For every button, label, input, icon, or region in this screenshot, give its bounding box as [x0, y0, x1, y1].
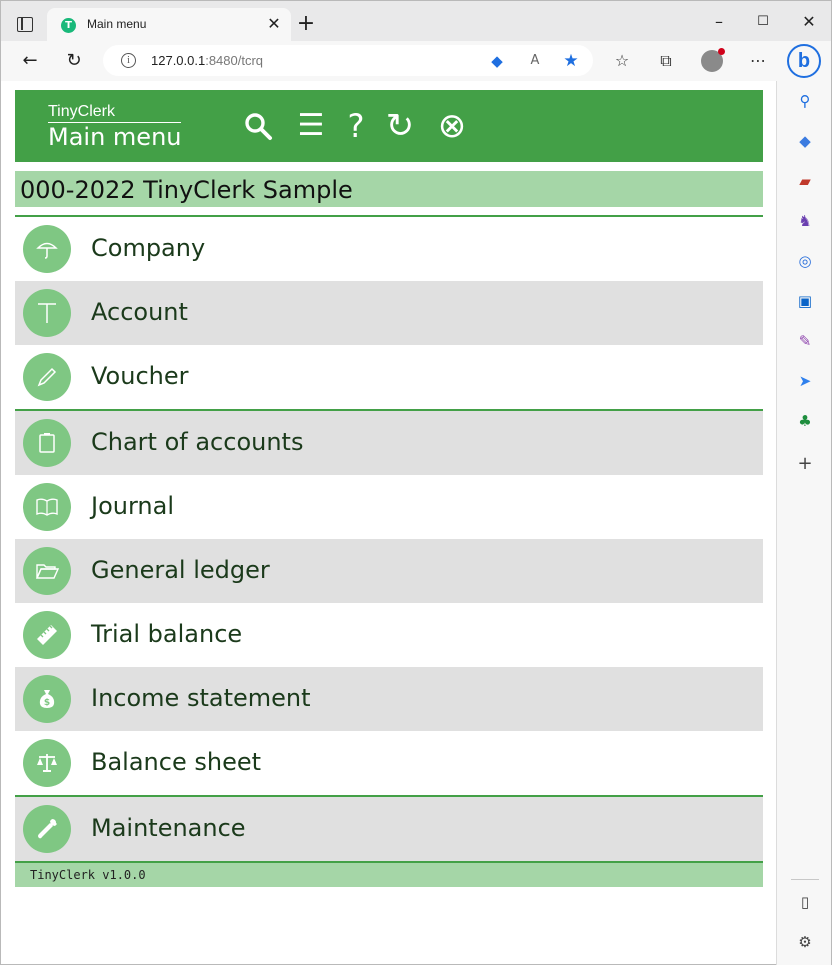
send-icon[interactable]: ➤ — [794, 370, 816, 392]
menu-item-label: Maintenance — [91, 814, 246, 842]
browser-tab-bar: T Main menu ✕ + – ☐ ✕ — [0, 0, 832, 42]
shopping-tag-icon[interactable]: ◆ — [794, 130, 816, 152]
tree-icon[interactable]: ♣ — [794, 410, 816, 432]
menu-item-label: Balance sheet — [91, 748, 262, 776]
back-arrow-icon[interactable]: ← — [18, 49, 42, 73]
menu-item-income-statement[interactable]: $ Income statement — [15, 667, 763, 731]
refresh-icon[interactable]: ↻ — [383, 108, 417, 144]
money-bag-icon: $ — [23, 675, 71, 723]
wrench-icon — [23, 805, 71, 853]
menu-item-maintenance[interactable]: Maintenance — [15, 797, 763, 861]
refresh-icon[interactable]: ↻ — [62, 49, 86, 73]
menu-item-label: Trial balance — [91, 620, 243, 648]
menu-item-chart-of-accounts[interactable]: Chart of accounts — [15, 411, 763, 475]
clipboard-icon — [23, 419, 71, 467]
favorites-icon[interactable]: ☆ — [610, 49, 634, 73]
umbrella-icon — [23, 225, 71, 273]
profile-avatar[interactable] — [701, 48, 725, 72]
menu-item-journal[interactable]: Journal — [15, 475, 763, 539]
tag-icon[interactable]: ◆ — [487, 51, 507, 71]
folder-open-icon — [23, 547, 71, 595]
microsoft-365-icon[interactable]: ◎ — [794, 250, 816, 272]
page-viewport: TinyClerk Main menu ☰ ? ↻ ⊗ 000-2022 Tin… — [0, 81, 776, 965]
t-account-icon — [23, 289, 71, 337]
menu-item-balance-sheet[interactable]: Balance sheet — [15, 731, 763, 795]
app-brand[interactable]: TinyClerk — [48, 103, 181, 123]
menu-icon[interactable]: ☰ — [294, 108, 328, 144]
tinyclerk-favicon-icon: T — [61, 18, 76, 33]
company-name: 000-2022 TinyClerk Sample — [20, 176, 353, 204]
menu-item-label: Voucher — [91, 362, 189, 390]
site-info-icon[interactable]: i — [121, 53, 136, 68]
book-icon — [23, 483, 71, 531]
url-field[interactable]: i 127.0.0.1:8480/tcrq ◆ A ★ — [103, 45, 593, 76]
outlook-icon[interactable]: ▣ — [794, 290, 816, 312]
tab-title: Main menu — [87, 17, 147, 31]
search-icon[interactable]: ⚲ — [794, 90, 816, 112]
menu-item-label: Income statement — [91, 684, 311, 712]
company-bar: 000-2022 TinyClerk Sample — [15, 171, 763, 207]
window-close-button[interactable]: ✕ — [797, 10, 821, 34]
menu-item-label: Company — [91, 234, 206, 262]
games-icon[interactable]: ♞ — [794, 210, 816, 232]
menu-item-label: Account — [91, 298, 188, 326]
footer-bar: TinyClerk v1.0.0 — [15, 863, 763, 887]
menu-item-label: Journal — [91, 492, 175, 520]
pencil-icon — [23, 353, 71, 401]
read-aloud-icon[interactable]: A — [525, 51, 545, 71]
menu-item-label: Chart of accounts — [91, 428, 304, 456]
app-header: TinyClerk Main menu ☰ ? ↻ ⊗ — [15, 90, 763, 162]
favorite-star-icon[interactable]: ★ — [561, 51, 581, 71]
tools-briefcase-icon[interactable]: ▰ — [794, 170, 816, 192]
scales-icon — [23, 739, 71, 787]
menu-item-trial-balance[interactable]: Trial balance — [15, 603, 763, 667]
page-title: Main menu — [48, 123, 182, 151]
close-icon[interactable]: ⊗ — [435, 108, 469, 144]
search-icon[interactable] — [241, 108, 275, 144]
menu-item-company[interactable]: Company — [15, 217, 763, 281]
add-icon[interactable]: + — [794, 453, 816, 475]
collections-icon[interactable]: ⧉ — [654, 49, 678, 73]
version-label: TinyClerk v1.0.0 — [30, 868, 146, 882]
menu-item-label: General ledger — [91, 556, 270, 584]
tab-close-icon[interactable]: ✕ — [265, 14, 283, 34]
maximize-button[interactable]: ☐ — [751, 10, 775, 34]
edge-sidebar: ⚲ ◆ ▰ ♞ ◎ ▣ ✎ ➤ ♣ + ▯ ⚙ — [776, 81, 832, 965]
sidebar-panel-icon[interactable]: ▯ — [794, 891, 816, 913]
menu-item-general-ledger[interactable]: General ledger — [15, 539, 763, 603]
bing-copilot-icon[interactable]: b — [787, 44, 821, 78]
new-tab-button[interactable]: + — [295, 13, 317, 35]
menu-item-account[interactable]: Account — [15, 281, 763, 345]
minimize-button[interactable]: – — [707, 10, 731, 34]
browser-address-bar: ← ↻ i 127.0.0.1:8480/tcrq ◆ A ★ ☆ ⧉ ⋯ b — [0, 41, 832, 81]
url-text: 127.0.0.1:8480/tcrq — [151, 53, 264, 68]
help-icon[interactable]: ? — [339, 108, 373, 144]
settings-gear-icon[interactable]: ⚙ — [794, 931, 816, 953]
main-menu: Company Account Voucher Chart of account… — [15, 215, 763, 887]
designer-icon[interactable]: ✎ — [794, 330, 816, 352]
tab-actions-icon[interactable] — [17, 17, 33, 32]
svg-text:$: $ — [44, 698, 50, 708]
ruler-icon — [23, 611, 71, 659]
menu-item-voucher[interactable]: Voucher — [15, 345, 763, 409]
sidebar-divider — [791, 879, 819, 880]
more-options-icon[interactable]: ⋯ — [746, 49, 770, 73]
browser-tab[interactable]: T Main menu ✕ — [47, 8, 291, 42]
